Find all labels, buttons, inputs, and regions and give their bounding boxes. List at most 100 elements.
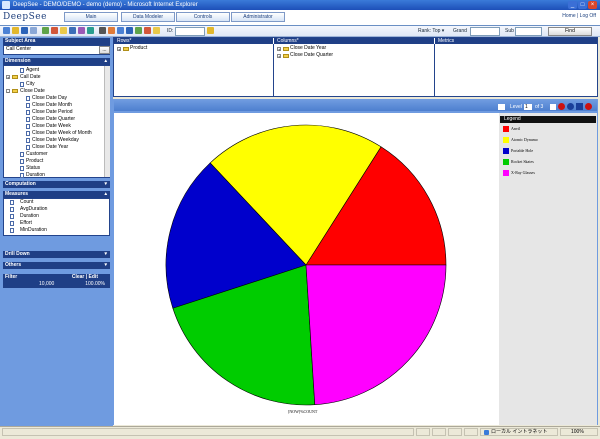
dimension-item[interactable]: Duration	[26, 172, 45, 179]
alert-icon[interactable]	[585, 103, 592, 110]
grid-icon[interactable]	[99, 27, 106, 34]
dimension-item[interactable]: Close Date	[20, 88, 45, 95]
measure-icon	[10, 228, 14, 233]
folder-open-icon[interactable]	[207, 27, 214, 34]
bar-chart-icon[interactable]	[117, 27, 124, 34]
metrics-pane[interactable]	[435, 44, 597, 96]
expand-icon[interactable]: +	[277, 54, 281, 59]
pie-slice-x-ray-glasses[interactable]	[305, 264, 447, 406]
measure-item[interactable]: Duration	[20, 213, 39, 220]
expand-icon[interactable]: +	[6, 75, 10, 80]
sub-select[interactable]	[515, 27, 542, 36]
measure-item[interactable]: Count	[20, 199, 33, 206]
subject-area-title: Subject Area	[5, 38, 36, 44]
dimension-item[interactable]: Close Date Period	[32, 109, 73, 116]
refresh-icon[interactable]	[42, 27, 49, 34]
dimension-item[interactable]: Product	[26, 158, 43, 165]
dimension-item[interactable]: Close Date Quarter	[32, 116, 75, 123]
new-icon[interactable]	[3, 27, 10, 34]
nav-data-modeler[interactable]: Data Modeler	[121, 12, 175, 22]
maximize-button[interactable]: □	[578, 1, 587, 9]
find-button[interactable]: Find	[548, 27, 592, 36]
dimension-item[interactable]: Call Date	[20, 74, 41, 81]
collapse-icon[interactable]: ▴	[104, 191, 107, 198]
sort-icon[interactable]	[87, 27, 94, 34]
filter-actions[interactable]: Clear | Edit	[72, 274, 98, 281]
measure-item[interactable]: AvgDuration	[20, 206, 47, 213]
dimension-item[interactable]: Status	[26, 165, 40, 172]
info-icon[interactable]	[567, 103, 574, 110]
save-icon[interactable]	[21, 27, 28, 34]
help-icon[interactable]	[144, 27, 151, 34]
zoom-segment[interactable]: 100%	[560, 428, 598, 436]
status-message	[2, 428, 414, 436]
line-chart-icon[interactable]	[126, 27, 133, 34]
columns-item[interactable]: Close Date Quarter	[290, 52, 333, 59]
stop-icon[interactable]	[558, 103, 565, 110]
nav-administrator[interactable]: Administrator	[231, 12, 285, 22]
legend-toggle-icon[interactable]	[576, 103, 583, 110]
dimension-doc-icon	[20, 152, 24, 157]
zoom-label[interactable]: 100%	[571, 429, 584, 436]
id-input[interactable]	[175, 27, 205, 36]
legend-swatch	[503, 137, 509, 143]
dimension-item[interactable]: Close Date Year	[32, 144, 68, 151]
filter-icon[interactable]	[78, 27, 85, 34]
others-header[interactable]: Others ▾	[3, 262, 110, 269]
dimension-item[interactable]: Close Date Week of Month	[32, 130, 92, 137]
folder-icon	[12, 89, 18, 93]
table-icon[interactable]	[135, 27, 142, 34]
dimension-doc-icon	[26, 131, 30, 136]
expand-icon[interactable]: ▾	[104, 181, 107, 188]
dimension-item[interactable]: Close Date Week	[32, 123, 71, 130]
collapse-icon[interactable]: -	[6, 89, 10, 94]
dimension-item[interactable]: Agent	[26, 67, 39, 74]
rank-label[interactable]: Rank: Top ▾	[418, 28, 444, 34]
rows-item[interactable]: Product	[130, 45, 147, 52]
close-button[interactable]: ×	[588, 1, 597, 9]
minimize-button[interactable]: _	[568, 1, 577, 9]
drilldown-header[interactable]: Drill Down ▾	[3, 251, 110, 258]
print-icon[interactable]	[30, 27, 37, 34]
expand-icon[interactable]: ▾	[104, 262, 107, 269]
collapse-icon[interactable]: ▴	[104, 58, 107, 65]
next-page-icon[interactable]	[550, 104, 556, 110]
dimension-item[interactable]: Close Date Weekday	[32, 137, 79, 144]
measure-item[interactable]: MinDuration	[20, 227, 47, 234]
chart-x-label: [NOW]%COUNT	[288, 409, 318, 414]
dimension-item[interactable]: City	[26, 81, 35, 88]
expand-icon[interactable]: ▾	[104, 251, 107, 258]
status-seg	[464, 428, 478, 436]
open-icon[interactable]	[12, 27, 19, 34]
expand-icon[interactable]: +	[277, 47, 281, 52]
dimension-doc-icon	[26, 145, 30, 150]
subject-area-picker-button[interactable]: ...	[99, 46, 110, 54]
chart-icon[interactable]	[51, 27, 58, 34]
first-page-icon[interactable]	[498, 104, 505, 110]
expand-icon[interactable]: +	[117, 47, 121, 52]
subject-area-value[interactable]: Call Center	[6, 46, 31, 53]
grand-label: Grand	[453, 28, 467, 34]
dimension-item[interactable]: Close Date Day	[32, 95, 67, 102]
dimension-scrollbar[interactable]	[104, 66, 110, 177]
nav-main[interactable]: Main	[64, 12, 118, 22]
status-seg	[432, 428, 446, 436]
filter-row: 10,000 100.00%	[3, 281, 110, 288]
pie-chart-icon[interactable]	[108, 27, 115, 34]
home-logoff-links[interactable]: Home | Log Off	[562, 13, 596, 19]
dimension-header: Dimension ▴	[3, 58, 110, 65]
grand-select[interactable]	[470, 27, 500, 36]
measure-item[interactable]: Effort	[20, 220, 32, 227]
level-input[interactable]: 1	[524, 104, 532, 110]
columns-item[interactable]: Close Date Year	[290, 45, 326, 52]
dimension-item[interactable]: Close Date Month	[32, 102, 72, 109]
filter-title: Filter	[5, 274, 18, 280]
dimension-item[interactable]: Customer	[26, 151, 48, 158]
nav-controls[interactable]: Controls	[176, 12, 230, 22]
dimension-doc-icon	[26, 103, 30, 108]
export-icon[interactable]	[60, 27, 67, 34]
computation-header[interactable]: Computation ▾	[3, 181, 110, 188]
app-logo: DeepSee	[3, 12, 47, 22]
pivot-icon[interactable]	[69, 27, 76, 34]
settings-icon[interactable]	[153, 27, 160, 34]
